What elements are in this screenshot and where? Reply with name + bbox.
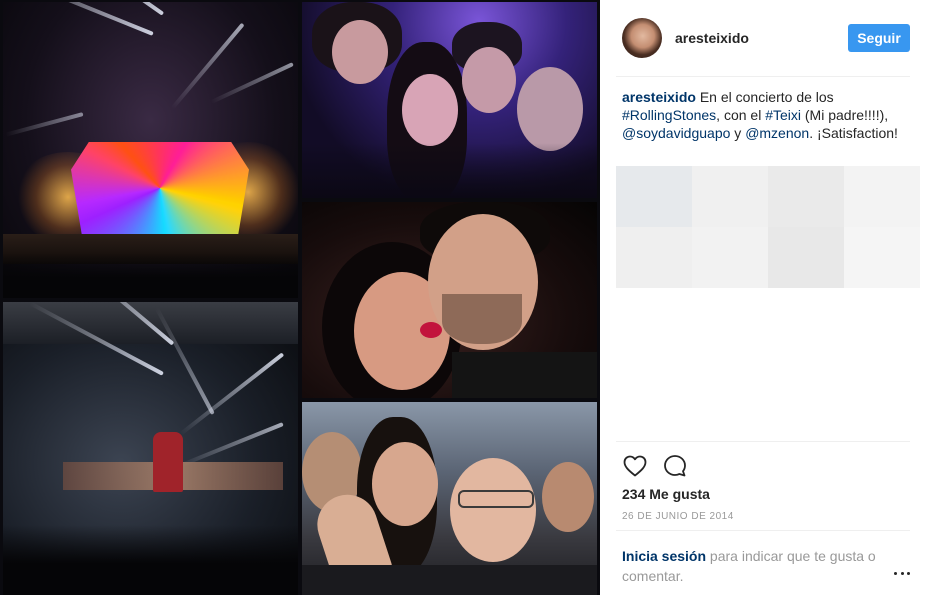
- placeholder-cell: [844, 227, 920, 288]
- comments-loading-placeholder: [616, 166, 920, 288]
- placeholder-cell: [692, 166, 768, 227]
- caption-text: En el concierto de los: [695, 89, 834, 105]
- post-photo[interactable]: [0, 0, 600, 595]
- placeholder-cell: [768, 227, 844, 288]
- username-link[interactable]: aresteixido: [675, 30, 848, 46]
- mention-link-soydavidguapo[interactable]: @soydavidguapo: [622, 125, 730, 141]
- placeholder-cell: [844, 166, 920, 227]
- divider: [616, 530, 910, 531]
- post-date[interactable]: 26 DE JUNIO DE 2014: [622, 511, 734, 522]
- follow-button[interactable]: Seguir: [848, 24, 910, 52]
- collage-photo-stage-screen: [3, 2, 298, 298]
- caption-text: . ¡Satisfaction!: [809, 125, 898, 141]
- post-actions: [622, 452, 688, 480]
- caption-text: y: [730, 125, 746, 141]
- caption-text: (Mi padre!!!!),: [801, 107, 889, 123]
- placeholder-cell: [692, 227, 768, 288]
- login-prompt: Inicia sesión para indicar que te gusta …: [622, 546, 884, 586]
- placeholder-cell: [616, 166, 692, 227]
- divider: [616, 76, 910, 77]
- heart-icon[interactable]: [622, 453, 648, 479]
- collage-photo-selfie-couple: [302, 202, 597, 398]
- login-link[interactable]: Inicia sesión: [622, 548, 706, 564]
- post-header: aresteixido Seguir: [622, 16, 910, 60]
- divider: [616, 441, 910, 442]
- more-options-icon[interactable]: [894, 568, 910, 578]
- caption-username-link[interactable]: aresteixido: [622, 89, 696, 105]
- comment-icon[interactable]: [662, 453, 688, 479]
- collage-photo-selfie-group: [302, 2, 597, 198]
- post-caption: aresteixido En el concierto de los #Roll…: [622, 88, 912, 142]
- post-side-panel: aresteixido Seguir aresteixido En el con…: [600, 0, 932, 595]
- collage-photo-selfie-family: [302, 402, 597, 595]
- avatar[interactable]: [622, 18, 662, 58]
- caption-text: , con el: [716, 107, 766, 123]
- hashtag-link-rollingstones[interactable]: #RollingStones: [622, 107, 716, 123]
- placeholder-cell: [768, 166, 844, 227]
- mention-link-mzenon[interactable]: @mzenon: [745, 125, 809, 141]
- collage-photo-stage-lights: [3, 302, 298, 595]
- likes-count[interactable]: 234 Me gusta: [622, 486, 710, 502]
- hashtag-link-teixi[interactable]: #Teixi: [765, 107, 801, 123]
- placeholder-cell: [616, 227, 692, 288]
